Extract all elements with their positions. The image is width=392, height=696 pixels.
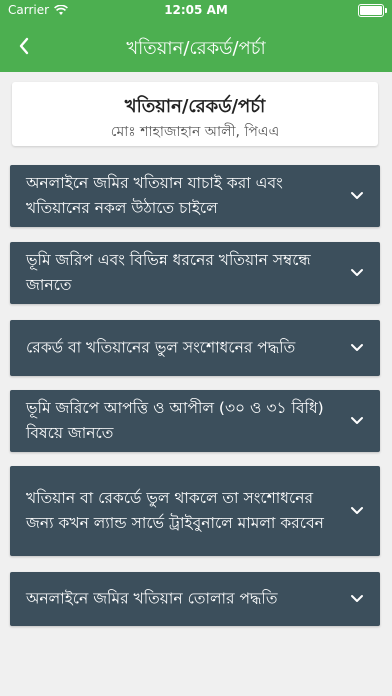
accordion-item-online-khatian-method[interactable]: অনলাইনে জমির খতিয়ান তোলার পদ্ধতি [10,572,380,626]
battery-icon [358,4,387,17]
chevron-down-icon [351,595,363,602]
chevron-down-icon [351,192,363,199]
page-title: খতিয়ান/রেকর্ড/পর্চা [124,96,266,117]
accordion-label: রেকর্ড বা খতিয়ানের ভুল সংশোধনের পদ্ধতি [26,338,296,357]
accordion-item-survey-tribunal[interactable]: খতিয়ান বা রেকর্ডে ভুল থাকলে তা সংশোধনের… [10,466,380,556]
status-time: 12:05 AM [164,3,228,17]
chevron-down-icon [351,417,363,424]
chevron-down-icon [351,507,363,514]
chevron-down-icon [351,344,363,351]
nav-bar: খতিয়ান/রেকর্ড/পর্চা [0,20,392,72]
accordion-label: খতিয়ান বা রেকর্ডে ভুল থাকলে তা সংশোধনের… [26,489,324,532]
page-subtitle: মোঃ শাহাজাহান আলী, পিএএ [110,124,280,140]
accordion-item-survey-khatian-types[interactable]: ভূমি জরিপ এবং বিভিন্ন ধরনের খতিয়ান সম্ব… [10,242,380,304]
accordion-label: ভূমি জরিপ এবং বিভিন্ন ধরনের খতিয়ান সম্ব… [26,251,311,294]
header-card: খতিয়ান/রেকর্ড/পর্চা মোঃ শাহাজাহান আলী, … [12,82,378,146]
accordion-label: ভূমি জরিপে আপত্তি ও আপীল (৩০ ও ৩১ বিধি) … [26,399,324,442]
accordion-item-objection-appeal[interactable]: ভূমি জরিপে আপত্তি ও আপীল (৩০ ও ৩১ বিধি) … [10,390,380,452]
accordion-item-record-correction[interactable]: রেকর্ড বা খতিয়ানের ভুল সংশোধনের পদ্ধতি [10,320,380,376]
accordion-item-verify-khatian[interactable]: অনলাইনে জমির খতিয়ান যাচাই করা এবং খতিয়… [10,165,380,227]
accordion-label: অনলাইনে জমির খতিয়ান যাচাই করা এবং খতিয়… [26,174,283,217]
chevron-down-icon [351,269,363,276]
status-bar: Carrier 12:05 AM [0,0,392,20]
accordion-label: অনলাইনে জমির খতিয়ান তোলার পদ্ধতি [26,589,278,608]
nav-title: খতিয়ান/রেকর্ড/পর্চা [126,38,266,59]
